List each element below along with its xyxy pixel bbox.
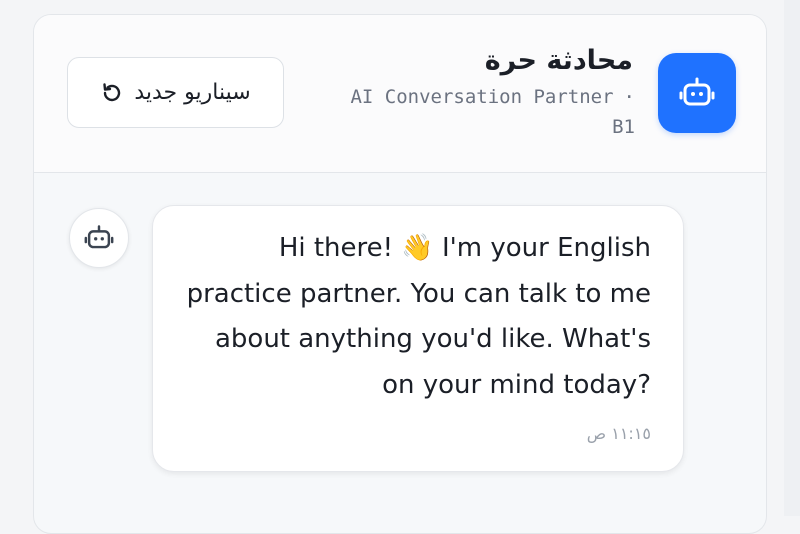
level-badge: B1 <box>612 116 635 138</box>
chat-panel: محادثة حرة AI Conversation Partner · B1 س… <box>33 14 767 534</box>
subtitle-separator: · <box>623 86 635 108</box>
new-scenario-label: سيناريو جديد <box>134 80 251 105</box>
chat-subtitle: AI Conversation Partner · B1 <box>305 82 635 142</box>
refresh-icon <box>100 81 124 105</box>
robot-icon <box>658 53 736 133</box>
subtitle-label: AI Conversation Partner <box>350 86 614 108</box>
new-scenario-button[interactable]: سيناريو جديد <box>67 57 284 128</box>
message-avatar <box>69 208 129 268</box>
assistant-message-bubble: Hi there! 👋 I'm your English practice pa… <box>152 205 684 472</box>
page-edge <box>784 0 800 516</box>
chat-header: محادثة حرة AI Conversation Partner · B1 س… <box>34 15 766 173</box>
robot-icon <box>84 224 114 252</box>
message-text: Hi there! 👋 I'm your English practice pa… <box>186 233 651 400</box>
page-title: محادثة حرة <box>484 45 633 76</box>
message-timestamp: ١١:١٥ ص <box>586 424 651 443</box>
